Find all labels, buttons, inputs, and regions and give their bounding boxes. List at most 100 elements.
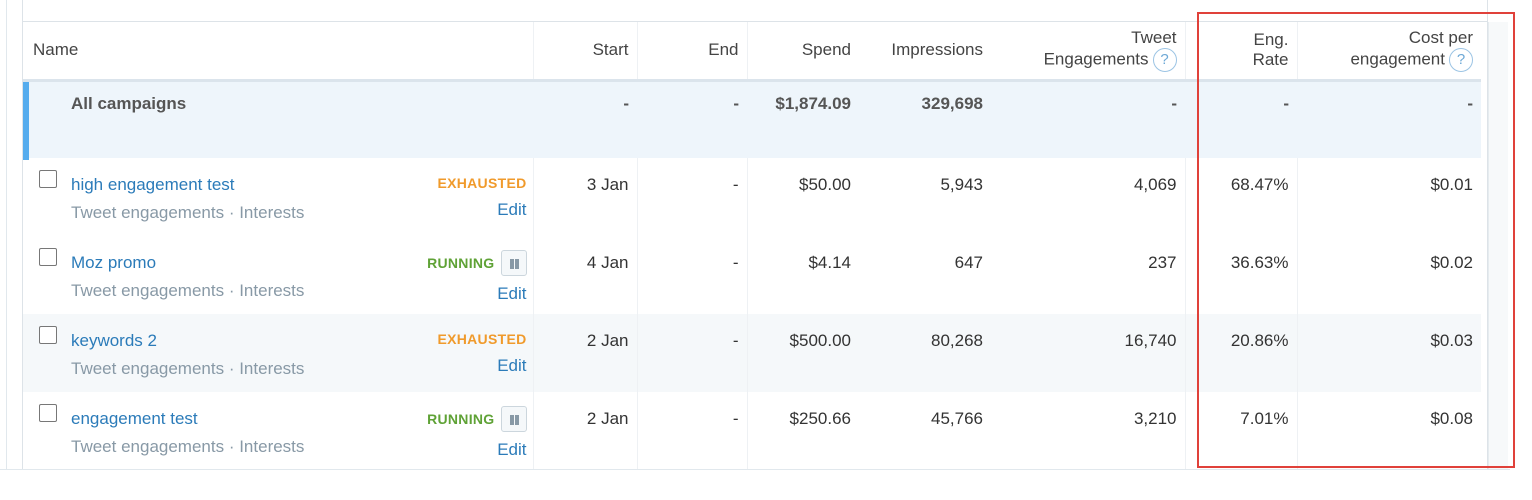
impressions-value: 80,268: [931, 331, 983, 350]
status-badge: RUNNING: [427, 411, 495, 427]
campaign-spend: $500.00: [747, 314, 859, 392]
column-header-spend[interactable]: Spend: [747, 22, 859, 82]
campaign-cost-per-engagement: $0.01: [1297, 158, 1481, 236]
campaign-eng-rate: 7.01%: [1185, 392, 1298, 470]
start-value: 2 Jan: [586, 331, 629, 350]
column-header-tweet-engagements-line2: Engagements: [1043, 49, 1149, 69]
summary-impressions: 329,698: [859, 80, 991, 158]
help-icon[interactable]: ?: [1449, 48, 1473, 73]
cost-per-engagement-value: $0.08: [1430, 409, 1473, 428]
status-badge: EXHAUSTED: [437, 174, 527, 191]
column-header-tweet-engagements[interactable]: Tweet Engagements?: [991, 22, 1186, 82]
campaign-start: 3 Jan: [533, 158, 638, 236]
campaign-tweet-engagements: 16,740: [991, 314, 1186, 392]
pause-icon[interactable]: [500, 250, 527, 276]
impressions-value: 647: [954, 253, 983, 272]
campaign-impressions: 45,766: [859, 392, 991, 470]
column-header-start[interactable]: Start: [533, 22, 638, 82]
campaign-spend: $50.00: [747, 158, 859, 236]
campaign-tweet-engagements: 4,069: [991, 158, 1186, 236]
summary-accent-bar: [23, 81, 29, 160]
campaign-spend: $250.66: [747, 392, 859, 470]
column-header-end-label: End: [708, 40, 739, 60]
summary-row: All campaigns - - $1,874.09 329,698 - - …: [23, 80, 1481, 160]
edit-link[interactable]: Edit: [427, 440, 526, 460]
column-header-eng-rate[interactable]: Eng. Rate: [1185, 22, 1298, 82]
panel-top-strip: [23, 0, 1487, 22]
table-row: keywords 2 Tweet engagements · Interests…: [23, 314, 1481, 392]
campaign-status-area: EXHAUSTED Edit: [437, 328, 526, 376]
eng-rate-value: 36.63%: [1230, 253, 1289, 272]
campaign-name-cell: keywords 2 Tweet engagements · Interests…: [23, 314, 534, 392]
campaign-start: 2 Jan: [533, 314, 638, 392]
campaign-name-cell: Moz promo Tweet engagements · Interests …: [23, 236, 534, 314]
pause-icon[interactable]: [500, 406, 527, 432]
row-checkbox[interactable]: [39, 404, 57, 422]
row-checkbox[interactable]: [39, 326, 57, 344]
table-row: Moz promo Tweet engagements · Interests …: [23, 236, 1481, 314]
campaign-tweet-engagements: 237: [991, 236, 1186, 314]
column-header-name[interactable]: Name: [23, 22, 534, 82]
impressions-value: 45,766: [931, 409, 983, 428]
campaign-impressions: 5,943: [859, 158, 991, 236]
table-header-row: Name Start End Spend Impressions Tweet E…: [23, 22, 1481, 82]
campaign-eng-rate: 36.63%: [1185, 236, 1298, 314]
cost-per-engagement-value: $0.03: [1430, 331, 1473, 350]
cost-per-engagement-value: $0.01: [1430, 175, 1473, 194]
column-header-eng-rate-line2: Rate: [1252, 50, 1289, 70]
spend-value: $500.00: [789, 331, 851, 350]
campaign-cost-per-engagement: $0.03: [1297, 314, 1481, 392]
campaign-name-cell: high engagement test Tweet engagements ·…: [23, 158, 534, 236]
column-header-tweet-engagements-line1: Tweet: [1131, 28, 1177, 48]
column-header-impressions-label: Impressions: [891, 40, 983, 60]
edit-link[interactable]: Edit: [437, 356, 526, 376]
campaign-status-area: EXHAUSTED Edit: [437, 172, 526, 220]
column-header-name-label: Name: [33, 40, 79, 60]
campaigns-panel: Name Start End Spend Impressions Tweet E…: [22, 0, 1488, 470]
campaign-impressions: 647: [859, 236, 991, 314]
spend-value: $250.66: [789, 409, 851, 428]
tweet-engagements-value: 237: [1148, 253, 1177, 272]
campaign-name-cell: engagement test Tweet engagements · Inte…: [23, 392, 534, 470]
column-header-impressions[interactable]: Impressions: [859, 22, 991, 82]
column-header-cost-per-engagement-line1: Cost per: [1408, 28, 1473, 48]
summary-end: -: [637, 80, 747, 158]
end-value: -: [732, 253, 739, 272]
campaign-start: 2 Jan: [533, 392, 638, 470]
start-value: 4 Jan: [586, 253, 629, 272]
edit-link[interactable]: Edit: [427, 284, 526, 304]
row-checkbox[interactable]: [39, 248, 57, 266]
impressions-value: 5,943: [940, 175, 983, 194]
column-header-end[interactable]: End: [637, 22, 748, 82]
campaigns-table: Name Start End Spend Impressions Tweet E…: [23, 22, 1481, 470]
end-value: -: [732, 331, 739, 350]
campaign-end: -: [637, 314, 748, 392]
summary-start: -: [533, 80, 637, 158]
edit-link[interactable]: Edit: [437, 200, 526, 220]
campaign-status-area: RUNNING Edit: [427, 250, 527, 304]
column-header-start-label: Start: [592, 40, 629, 60]
start-value: 3 Jan: [586, 175, 629, 194]
column-header-cost-per-engagement[interactable]: Cost per engagement?: [1297, 22, 1481, 82]
eng-rate-value: 7.01%: [1240, 409, 1289, 428]
cost-per-engagement-value: $0.02: [1430, 253, 1473, 272]
tweet-engagements-value: 3,210: [1133, 409, 1177, 428]
tweet-engagements-value: 16,740: [1124, 331, 1177, 350]
help-icon[interactable]: ?: [1152, 48, 1177, 73]
eng-rate-value: 68.47%: [1230, 175, 1289, 194]
campaign-eng-rate: 20.86%: [1185, 314, 1298, 392]
column-header-spend-label: Spend: [801, 40, 851, 60]
campaign-start: 4 Jan: [533, 236, 638, 314]
bottom-divider: [0, 469, 1510, 470]
eng-rate-value: 20.86%: [1230, 331, 1289, 350]
end-value: -: [732, 409, 739, 428]
summary-tweet-engagements: -: [991, 80, 1185, 158]
campaign-end: -: [637, 236, 748, 314]
end-value: -: [732, 175, 739, 194]
campaign-status-area: RUNNING Edit: [427, 406, 527, 460]
column-header-cost-per-engagement-line2: engagement: [1350, 49, 1445, 69]
summary-eng-rate: -: [1185, 80, 1297, 158]
row-checkbox[interactable]: [39, 170, 57, 188]
summary-cost-per-engagement: -: [1297, 80, 1481, 158]
summary-label-cell: All campaigns: [23, 80, 533, 160]
